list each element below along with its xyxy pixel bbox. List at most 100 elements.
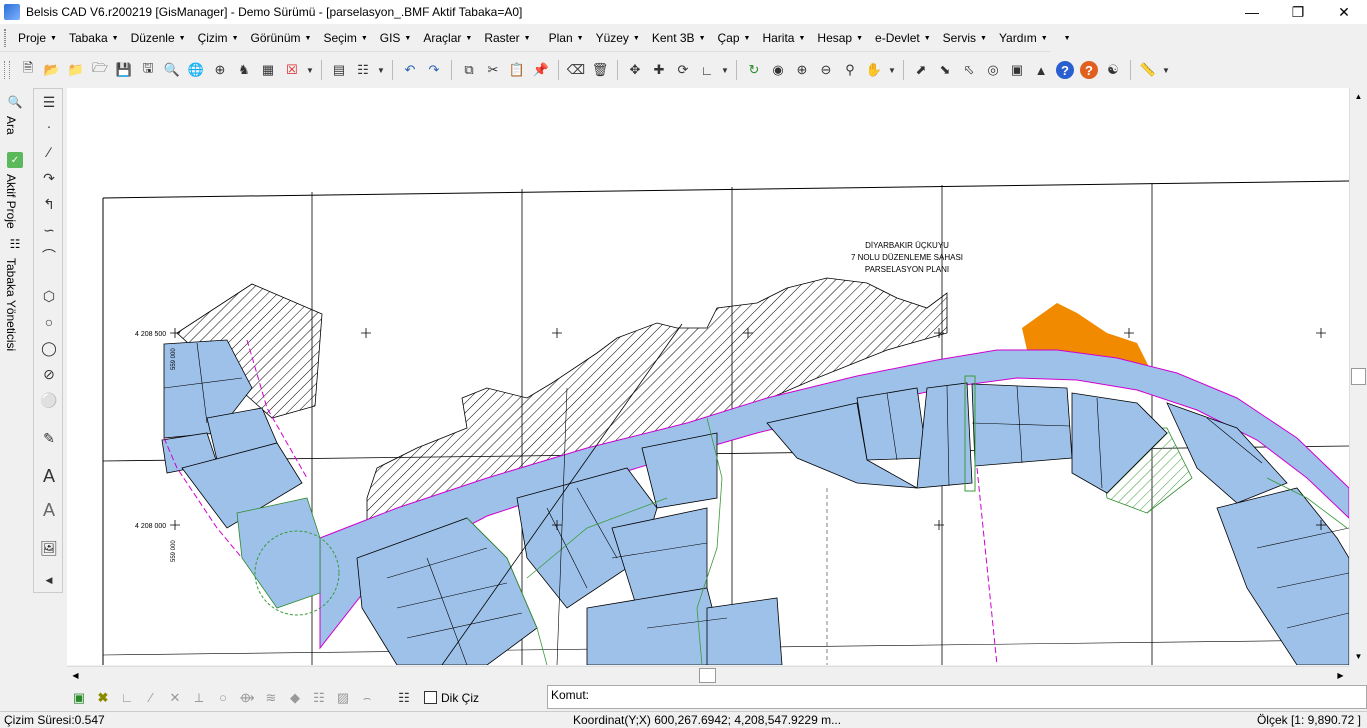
circle-radius-icon[interactable]: ⊘	[38, 363, 60, 385]
person-icon[interactable]: ♞	[233, 59, 255, 81]
menu-plan[interactable]: Plan ▼	[543, 27, 590, 49]
binoculars-icon[interactable]: ☯	[1102, 59, 1124, 81]
chevron-down-icon[interactable]: ▼	[304, 59, 316, 81]
menu-cizim[interactable]: Çizim ▼	[192, 27, 245, 49]
search-icon[interactable]: 🔍	[7, 94, 23, 110]
snap-near-icon[interactable]: ≋	[260, 687, 282, 709]
menu-secim[interactable]: Seçim ▼	[317, 27, 373, 49]
grip-handle-icon[interactable]: ☰	[38, 91, 60, 113]
menu-tabaka[interactable]: Tabaka ▼	[63, 27, 125, 49]
scroll-up-icon[interactable]: ▲	[1350, 88, 1367, 105]
zoom-out-icon[interactable]: ⊖	[815, 59, 837, 81]
command-input[interactable]: Komut:	[547, 685, 1367, 709]
snap-perpendicular-icon[interactable]: ⟂	[188, 687, 210, 709]
menu-kent3b[interactable]: Kent 3B ▼	[646, 27, 712, 49]
chevron-down-icon[interactable]: ▼	[719, 59, 731, 81]
circle-alt-icon[interactable]: ◯	[38, 337, 60, 359]
pan-icon[interactable]: ✋	[863, 59, 885, 81]
menu-hesap[interactable]: Hesap ▼	[811, 27, 869, 49]
snap-insert-icon[interactable]: ▨	[332, 687, 354, 709]
chevron-down-icon[interactable]: ▼	[1160, 59, 1172, 81]
save-as-icon[interactable]: 🖫	[137, 59, 159, 81]
menu-proje[interactable]: Proje ▼	[12, 27, 63, 49]
rotate-icon[interactable]: ⟳	[672, 59, 694, 81]
menu-raster[interactable]: Raster ▼	[478, 27, 536, 49]
tab-layer-manager[interactable]: Tabaka Yöneticisi	[4, 258, 18, 351]
ellipse-icon[interactable]: ⚪	[38, 389, 60, 411]
menu-grip[interactable]	[4, 29, 6, 47]
edit-vertex-icon[interactable]: ✎	[38, 427, 60, 449]
text-icon[interactable]: A	[38, 465, 60, 487]
horizontal-scrollbar[interactable]: ◀ ▶	[67, 666, 1349, 684]
tab-search[interactable]: Ara	[4, 116, 18, 135]
menu-edevlet[interactable]: e-Devlet ▼	[869, 27, 937, 49]
select-circle-icon[interactable]: ◎	[982, 59, 1004, 81]
trash-icon[interactable]: 🗑	[589, 59, 611, 81]
properties-icon[interactable]: ▤	[328, 59, 350, 81]
help-icon[interactable]: ?	[1056, 61, 1074, 79]
map-view-icon[interactable]: ▣	[68, 687, 90, 709]
save-icon[interactable]: 💾	[113, 59, 135, 81]
snap-tangent-icon[interactable]: ⟴	[236, 687, 258, 709]
cut-icon[interactable]: ✂	[482, 59, 504, 81]
snap-end-icon[interactable]: ∟	[116, 687, 138, 709]
snap-arc-icon[interactable]: ⌢	[356, 687, 378, 709]
snap-node-icon[interactable]: ☷	[308, 687, 330, 709]
select-all-icon[interactable]: ▣	[1006, 59, 1028, 81]
menu-gorunum[interactable]: Görünüm ▼	[245, 27, 318, 49]
map-canvas[interactable]: DİYARBAKIR ÜÇKUYU 7 NOLU DÜZENLEME SAHAS…	[67, 88, 1349, 665]
text-outline-icon[interactable]: A	[38, 499, 60, 521]
layers-icon[interactable]: ☷	[393, 687, 415, 709]
redo-icon[interactable]: ↷	[423, 59, 445, 81]
refresh-icon[interactable]: ↻	[743, 59, 765, 81]
vertical-scroll-thumb[interactable]	[1351, 368, 1366, 385]
ruler-icon[interactable]: 📏	[1137, 59, 1159, 81]
scroll-down-icon[interactable]: ▼	[1350, 648, 1367, 665]
zoom-in-icon[interactable]: ⊕	[791, 59, 813, 81]
minimize-icon[interactable]: —	[1229, 0, 1275, 24]
snap-quadrant-icon[interactable]: ◆	[284, 687, 306, 709]
menu-overflow[interactable]: ▼	[1054, 27, 1077, 49]
menu-cap[interactable]: Çap ▼	[712, 27, 757, 49]
delete-red-icon[interactable]: ☒	[281, 59, 303, 81]
paste-special-icon[interactable]: 📌	[530, 59, 552, 81]
help-context-icon[interactable]: ?	[1080, 61, 1098, 79]
line-icon[interactable]: ∕	[38, 141, 60, 163]
polyline-icon[interactable]: ↷	[38, 167, 60, 189]
select-arrow-icon[interactable]: ⬈	[910, 59, 932, 81]
new-file-icon[interactable]: 🗎	[17, 59, 39, 81]
image-icon[interactable]: 🖼	[38, 537, 60, 559]
point-icon[interactable]: ·	[38, 115, 60, 137]
open-folder-alt-icon[interactable]: 📁	[65, 59, 87, 81]
select-window-icon[interactable]: ⬊	[934, 59, 956, 81]
dimension-icon[interactable]: ↰	[38, 193, 60, 215]
select-filter-icon[interactable]: ▲	[1030, 59, 1052, 81]
eraser-icon[interactable]: ⌫	[565, 59, 587, 81]
menu-servis[interactable]: Servis ▼	[937, 27, 993, 49]
zoom-extents-icon[interactable]: ◉	[767, 59, 789, 81]
polygon-icon[interactable]: ⬡	[38, 285, 60, 307]
zoom-window-icon[interactable]: ⚲	[839, 59, 861, 81]
undo-icon[interactable]: ↶	[399, 59, 421, 81]
add-folder-icon[interactable]: 🗁	[89, 59, 111, 81]
print-preview-icon[interactable]: 🔍	[161, 59, 183, 81]
move-copy-icon[interactable]: ✚	[648, 59, 670, 81]
menu-yardim[interactable]: Yardım ▼	[993, 27, 1054, 49]
open-folder-icon[interactable]: 📂	[41, 59, 63, 81]
menu-gis[interactable]: GIS ▼	[374, 27, 418, 49]
arc-icon[interactable]: ⌒	[38, 245, 60, 267]
snap-x-icon[interactable]: ✖	[92, 687, 114, 709]
scroll-right-icon[interactable]: ▶	[1332, 667, 1349, 684]
spline-icon[interactable]: ∽	[38, 219, 60, 241]
copy-icon[interactable]: ⧉	[458, 59, 480, 81]
snap-mid-icon[interactable]: ∕	[140, 687, 162, 709]
paste-icon[interactable]: 📋	[506, 59, 528, 81]
scroll-left-icon[interactable]: ◀	[67, 667, 84, 684]
toolbar-grip[interactable]	[4, 61, 10, 79]
close-icon[interactable]: ✕	[1321, 0, 1367, 24]
snap-center-icon[interactable]: ○	[212, 687, 234, 709]
menu-yuzey[interactable]: Yüzey ▼	[590, 27, 646, 49]
menu-harita[interactable]: Harita ▼	[756, 27, 811, 49]
snap-intersection-icon[interactable]: ✕	[164, 687, 186, 709]
menu-araclar[interactable]: Araçlar ▼	[417, 27, 478, 49]
